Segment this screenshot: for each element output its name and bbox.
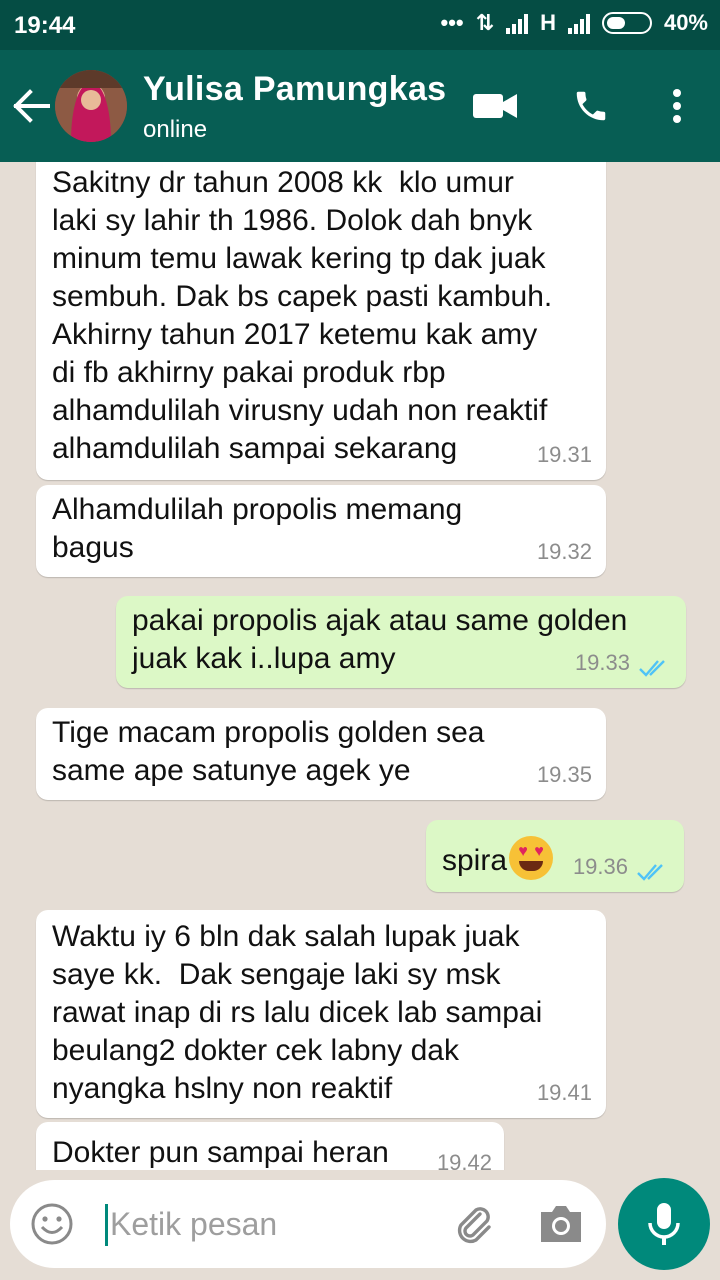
message-text: Tige macam propolis golden sea same ape s… [52,716,485,787]
emoji-icon[interactable] [30,1202,74,1246]
camera-icon[interactable] [538,1202,584,1246]
back-arrow-icon[interactable] [12,88,52,124]
battery-level: 40% [663,10,708,35]
message-time: 19.35 [536,762,592,787]
message-bubble-incoming[interactable]: Alhamdulilah propolis memang bagus 19.32 [36,485,606,577]
message-bubble-incoming[interactable]: Waktu iy 6 bln dak salah lupak juak saye … [36,910,606,1118]
message-text: Dokter pun sampai heran [52,1136,389,1169]
message-text: spira ♥ ♥ [442,836,554,880]
message-time: 19.41 [536,1080,592,1105]
message-time: 19.33 [574,650,630,675]
more-vert-icon[interactable] [654,84,700,128]
message-text: pakai propolis ajak atau same golden juak… [132,604,628,675]
message-bubble-incoming[interactable]: Sakitny dr tahun 2008 kk klo umur laki sy… [36,162,606,480]
message-text: Waktu iy 6 bln dak salah lupak juak saye … [52,920,543,1105]
double-check-icon [637,864,663,881]
mic-icon[interactable] [618,1178,710,1270]
message-input[interactable]: Ketik pesan [110,1206,277,1243]
message-composer[interactable]: Ketik pesan [10,1180,606,1268]
phone-icon[interactable] [568,84,614,128]
notification-dots-icon: ••• [440,10,464,35]
chat-header: Yulisa Pamungkas online [0,50,720,162]
chat-area[interactable]: Sakitny dr tahun 2008 kk klo umur laki sy… [0,162,720,1170]
network-type: H [540,10,556,35]
message-time: 19.32 [536,539,592,564]
message-time: 19.31 [536,442,592,467]
video-call-icon[interactable] [472,84,518,128]
status-bar: 19:44 ••• ⇅ H 40% [0,0,720,50]
battery-icon [601,12,652,34]
contact-status: online [143,116,208,143]
message-bubble-outgoing[interactable]: pakai propolis ajak atau same golden juak… [116,596,686,688]
heart-eyes-emoji: ♥ ♥ [509,836,554,880]
double-check-icon [639,660,665,677]
message-bubble-incoming[interactable]: Dokter pun sampai heran 19.42 [36,1122,504,1170]
contact-name[interactable]: Yulisa Pamungkas [143,70,446,109]
message-bubble-outgoing[interactable]: spira ♥ ♥ 19.36 [426,820,684,892]
signal-icon-2 [567,12,590,34]
message-text: Alhamdulilah propolis memang bagus [52,493,463,564]
signal-icon [506,12,529,34]
data-transfer-icon: ⇅ [475,10,495,35]
message-text: Sakitny dr tahun 2008 kk klo umur laki sy… [52,166,553,465]
avatar[interactable] [55,70,127,142]
text-cursor [105,1204,108,1246]
status-time: 19:44 [14,12,76,39]
message-time: 19.36 [572,854,628,879]
attach-icon[interactable] [450,1200,498,1248]
message-bubble-incoming[interactable]: Tige macam propolis golden sea same ape s… [36,708,606,800]
message-time: 19.42 [436,1150,492,1170]
